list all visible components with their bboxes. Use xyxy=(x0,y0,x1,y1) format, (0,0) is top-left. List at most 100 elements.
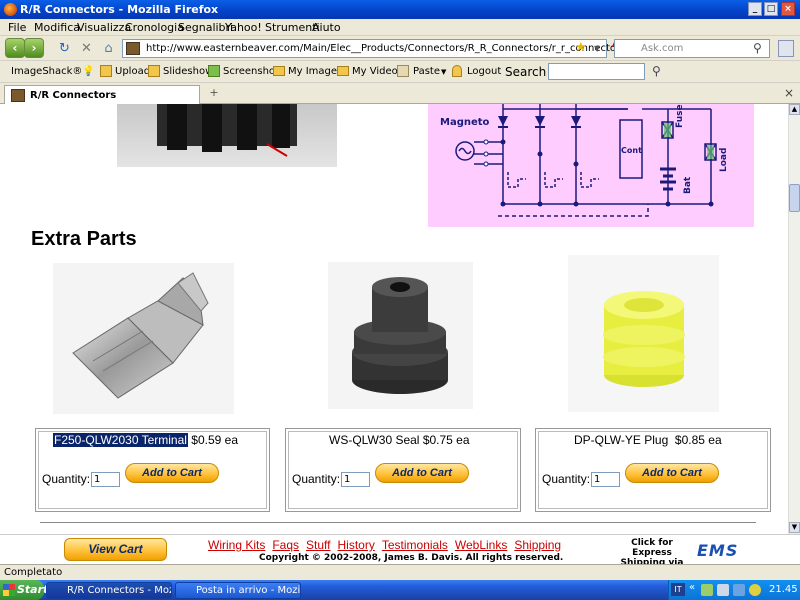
paste-icon xyxy=(397,65,409,77)
zoom-icon[interactable] xyxy=(778,40,794,57)
product-price: $0.75 ea xyxy=(422,433,470,447)
reload-icon[interactable]: ↻ xyxy=(56,40,73,57)
history-dropdown-icon[interactable]: ▼ xyxy=(594,44,600,53)
menu-yahoo[interactable]: Yahoo! xyxy=(225,21,262,34)
search-placeholder: Ask.com xyxy=(641,43,684,54)
bulb-icon[interactable]: 💡 xyxy=(82,66,94,77)
tab-label: R/R Connectors xyxy=(30,90,117,101)
load-label: Load xyxy=(719,147,729,172)
tray-security-icon[interactable] xyxy=(749,584,761,596)
minimize-button[interactable]: _ xyxy=(748,2,762,16)
close-tab-icon[interactable]: × xyxy=(784,86,794,100)
search-go-icon[interactable]: ⚲ xyxy=(753,41,762,55)
quantity-input[interactable]: 1 xyxy=(591,472,620,487)
tray-network-icon[interactable] xyxy=(701,584,713,596)
scroll-thumb[interactable] xyxy=(789,184,800,212)
stop-icon[interactable]: ✕ xyxy=(78,40,95,57)
link-wiring-kits[interactable]: Wiring Kits xyxy=(208,538,265,552)
taskbar: Start R/R Connectors - Moz... Posta in a… xyxy=(0,580,800,600)
product-card: F250-QLW2030 Terminal $0.59 ea Quantity:… xyxy=(35,428,270,512)
language-indicator[interactable]: IT xyxy=(671,583,685,596)
windows-logo-icon xyxy=(3,584,15,596)
task-firefox[interactable]: R/R Connectors - Moz... xyxy=(46,582,172,599)
status-bar: Completato xyxy=(0,564,800,580)
bookmark-star-icon[interactable]: ★ xyxy=(575,40,587,55)
home-icon[interactable]: ⌂ xyxy=(100,40,117,57)
menu-modifica[interactable]: Modifica xyxy=(34,21,80,34)
paste-dropdown-icon[interactable]: ▼ xyxy=(441,68,446,76)
slideshow-button[interactable]: Slideshow xyxy=(163,66,213,77)
firefox-icon xyxy=(4,3,17,16)
page-content: Magneto Cont Fuse Bat Load Extra Parts F… xyxy=(0,104,788,534)
new-tab-icon[interactable]: + xyxy=(206,86,222,102)
task-thunderbird[interactable]: Posta in arrivo - Mozilla T... xyxy=(175,582,301,599)
toolbar-search-input[interactable] xyxy=(548,63,645,80)
quantity-label: Quantity: xyxy=(42,472,91,486)
menu-file[interactable]: File xyxy=(8,21,26,34)
close-button[interactable]: × xyxy=(781,2,795,16)
product-card: DP-QLW-YE Plug $0.85 ea Quantity: 1 Add … xyxy=(535,428,771,512)
circuit-diagram: Magneto Cont Fuse Bat Load xyxy=(428,104,754,227)
start-label: Start xyxy=(17,583,49,596)
footer-frame: View Cart Wiring Kits Faqs Stuff History… xyxy=(0,534,800,568)
scroll-down-icon[interactable]: ▼ xyxy=(789,522,800,533)
scroll-up-icon[interactable]: ▲ xyxy=(789,104,800,115)
window-title: R/R Connectors - Mozilla Firefox xyxy=(20,3,219,16)
tray-expand-icon[interactable]: « xyxy=(689,582,695,593)
system-tray: IT « 21.45 xyxy=(668,580,800,600)
maximize-button[interactable]: □ xyxy=(764,2,778,16)
ems-logo[interactable]: EMS xyxy=(697,541,767,561)
menu-cronologia[interactable]: Cronologia xyxy=(125,21,184,34)
forward-button[interactable]: › xyxy=(24,38,44,58)
task-thunderbird-label: Posta in arrivo - Mozilla T... xyxy=(196,585,301,596)
toolbar-search-icon[interactable]: ⚲ xyxy=(652,64,661,78)
link-shipping[interactable]: Shipping xyxy=(514,538,561,552)
fuse-label: Fuse xyxy=(675,104,685,128)
product-price: $0.59 ea xyxy=(191,433,239,447)
tray-mail-icon[interactable] xyxy=(717,584,729,596)
quantity-input[interactable]: 1 xyxy=(341,472,370,487)
folder-icon xyxy=(273,66,285,76)
quantity-input[interactable]: 1 xyxy=(91,472,120,487)
paste-button[interactable]: Paste xyxy=(413,66,440,77)
logout-button[interactable]: Logout xyxy=(467,66,501,77)
tab-rr-connectors[interactable]: R/R Connectors xyxy=(4,85,200,104)
folder-icon xyxy=(337,66,349,76)
screenshot-icon xyxy=(208,65,220,77)
plug-photo xyxy=(568,255,719,412)
connector-image xyxy=(157,104,297,161)
upload-icon xyxy=(100,65,112,77)
plug-image xyxy=(603,291,685,387)
tray-app-icon[interactable] xyxy=(733,584,745,596)
menu-visualizza[interactable]: Visualizza xyxy=(77,21,131,34)
link-faqs[interactable]: Faqs xyxy=(272,538,299,552)
product-name: WS-QLW30 Seal xyxy=(329,433,420,447)
back-button[interactable]: ‹ xyxy=(5,38,25,58)
view-cart-button[interactable]: View Cart xyxy=(64,538,167,561)
add-to-cart-button[interactable]: Add to Cart xyxy=(625,463,719,483)
my-videos-button[interactable]: My Videos xyxy=(352,66,403,77)
imageshack-toolbar: ImageShack® 💡 Upload Slideshow Screensho… xyxy=(0,61,800,83)
imageshack-menu[interactable]: ImageShack® xyxy=(11,66,82,77)
search-field[interactable]: Ask.com ⚲ xyxy=(614,39,770,58)
product-card: WS-QLW30 Seal $0.75 ea Quantity: 1 Add t… xyxy=(285,428,521,512)
slideshow-icon xyxy=(148,65,160,77)
upload-button[interactable]: Upload xyxy=(115,66,150,77)
my-images-button[interactable]: My Images xyxy=(288,66,342,77)
address-bar[interactable]: http://www.easternbeaver.com/Main/Elec__… xyxy=(122,39,651,58)
menu-aiuto[interactable]: Aiuto xyxy=(312,21,341,34)
link-testimonials[interactable]: Testimonials xyxy=(382,538,448,552)
add-to-cart-button[interactable]: Add to Cart xyxy=(375,463,469,483)
terminal-photo xyxy=(53,263,234,414)
link-weblinks[interactable]: WebLinks xyxy=(455,538,507,552)
add-to-cart-button[interactable]: Add to Cart xyxy=(125,463,219,483)
screenshot-button[interactable]: Screenshot xyxy=(223,66,279,77)
vertical-scrollbar[interactable]: ▲ ▼ xyxy=(788,104,800,534)
express-line-1: Click for Express xyxy=(631,538,673,558)
link-history[interactable]: History xyxy=(338,538,375,552)
footer-links: Wiring Kits Faqs Stuff History Testimoni… xyxy=(208,538,561,552)
bat-label: Bat xyxy=(683,176,693,194)
menu-bar: File Modifica Visualizza Cronologia Segn… xyxy=(0,19,800,36)
product-name: DP-QLW-YE Plug xyxy=(574,433,669,447)
link-stuff[interactable]: Stuff xyxy=(306,538,330,552)
